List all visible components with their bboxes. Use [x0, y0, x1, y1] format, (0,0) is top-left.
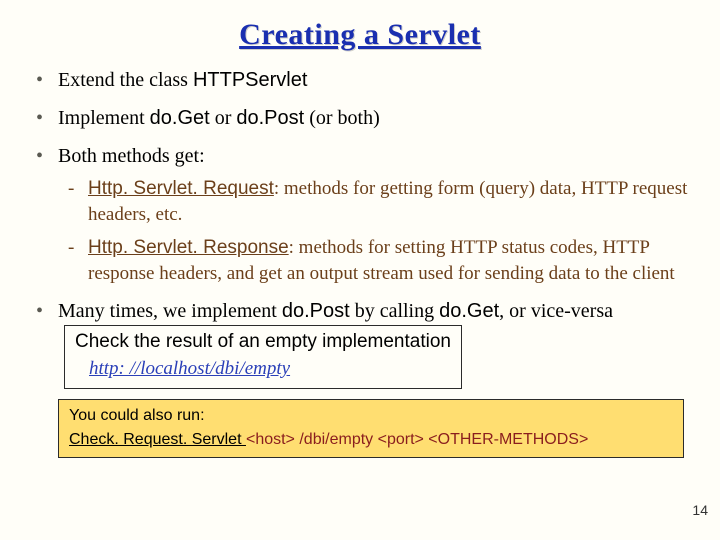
code-dopost: do.Post — [236, 107, 304, 129]
sub-list: Http. Servlet. Request: methods for gett… — [58, 176, 692, 287]
code-doget-2: do.Get — [439, 300, 499, 322]
page-number: 14 — [692, 502, 708, 518]
bullet-implement: Implement do.Get or do.Post (or both) — [28, 104, 692, 132]
text: Extend the class — [58, 69, 193, 91]
note-text: Check the result of an empty implementat… — [75, 331, 451, 352]
sub-response: Http. Servlet. Response: methods for set… — [58, 235, 692, 286]
code-doget: do.Get — [150, 107, 210, 129]
code-request: Http. Servlet. Request — [88, 178, 274, 199]
text: (or both) — [304, 107, 380, 129]
footer-rest: <host> /dbi/empty <port> <OTHER-METHODS> — [246, 431, 588, 448]
footer-link[interactable]: Check. Request. Servlet — [69, 431, 246, 448]
bullet-list: Extend the class HTTPServlet Implement d… — [28, 66, 692, 389]
code-httpservlet: HTTPServlet — [193, 69, 307, 91]
footer-line2: Check. Request. Servlet <host> /dbi/empt… — [69, 429, 673, 451]
code-dopost-2: do.Post — [282, 300, 350, 322]
bullet-both-methods: Both methods get: Http. Servlet. Request… — [28, 142, 692, 287]
note-link[interactable]: http: //localhost/dbi/empty — [89, 356, 451, 382]
footer-line1: You could also run: — [69, 405, 673, 427]
footer-box: You could also run: Check. Request. Serv… — [58, 399, 684, 458]
text: , or vice-versa — [499, 300, 613, 322]
sub-request: Http. Servlet. Request: methods for gett… — [58, 176, 692, 227]
text: Many times, we implement — [58, 300, 282, 322]
bullet-extend: Extend the class HTTPServlet — [28, 66, 692, 94]
code-response: Http. Servlet. Response — [88, 237, 289, 258]
slide: Creating a Servlet Extend the class HTTP… — [0, 0, 720, 540]
bullet-many-times: Many times, we implement do.Post by call… — [28, 297, 692, 389]
text: by calling — [350, 300, 439, 322]
text: or — [210, 107, 237, 129]
note-box: Check the result of an empty implementat… — [64, 325, 462, 389]
slide-title: Creating a Servlet — [28, 18, 692, 52]
text: Both methods get: — [58, 145, 205, 167]
text: Implement — [58, 107, 150, 129]
